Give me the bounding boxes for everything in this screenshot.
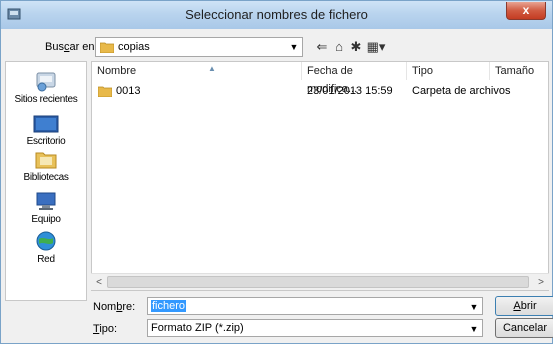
column-header-name[interactable]: Nombre ▲ bbox=[92, 62, 302, 80]
folder-icon bbox=[98, 86, 112, 97]
scroll-left-icon[interactable]: < bbox=[91, 275, 107, 290]
filename-field[interactable]: fichero ▼ bbox=[147, 297, 483, 315]
place-network[interactable]: Red bbox=[6, 230, 86, 265]
libraries-icon bbox=[35, 152, 57, 169]
back-button[interactable]: ⇐ bbox=[314, 38, 330, 56]
scroll-thumb[interactable] bbox=[107, 276, 529, 288]
views-menu-button[interactable]: ▦▾ bbox=[365, 38, 387, 56]
network-icon bbox=[36, 231, 56, 251]
filetype-value: Formato ZIP (*.zip) bbox=[151, 322, 244, 334]
up-folder-button[interactable]: ⌂ bbox=[331, 38, 347, 56]
column-header-date[interactable]: Fecha de modifica... bbox=[302, 62, 407, 95]
sort-arrow-icon: ▲ bbox=[208, 64, 216, 73]
place-desktop[interactable]: Escritorio bbox=[6, 114, 86, 147]
filetype-select[interactable]: Formato ZIP (*.zip) ▼ bbox=[147, 319, 483, 337]
open-button[interactable]: Abrir bbox=[495, 296, 553, 316]
title-bar[interactable]: Seleccionar nombres de fichero x bbox=[1, 1, 552, 29]
look-in-label: Buscar en: bbox=[45, 41, 98, 53]
place-label: Equipo bbox=[31, 214, 61, 225]
computer-icon bbox=[36, 192, 56, 210]
file-type: Carpeta de archivos bbox=[412, 85, 511, 97]
file-list[interactable]: Nombre ▲ Fecha de modifica... Tipo Tamañ… bbox=[91, 61, 549, 291]
look-in-value: copias bbox=[118, 41, 150, 53]
filename-input-value[interactable]: fichero bbox=[151, 300, 187, 312]
chevron-down-icon[interactable]: ▼ bbox=[466, 298, 482, 316]
places-bar: Sitios recientes Escritorio Bibliotecas … bbox=[5, 61, 87, 301]
place-computer[interactable]: Equipo bbox=[6, 190, 86, 225]
place-libraries[interactable]: Bibliotecas bbox=[6, 148, 86, 183]
close-button[interactable]: x bbox=[506, 2, 546, 20]
chevron-down-icon[interactable]: ▼ bbox=[466, 320, 482, 338]
file-row[interactable]: 0013 23/01/2013 15:59 Carpeta de archivo… bbox=[92, 82, 548, 100]
desktop-icon bbox=[33, 115, 59, 133]
file-dialog: Seleccionar nombres de fichero x Buscar … bbox=[0, 0, 553, 344]
column-header-size[interactable]: Tamaño bbox=[490, 62, 548, 80]
look-in-combo[interactable]: copias ▼ bbox=[95, 37, 303, 57]
place-label: Bibliotecas bbox=[23, 172, 69, 183]
column-header-type[interactable]: Tipo bbox=[407, 62, 490, 80]
chevron-down-icon[interactable]: ▼ bbox=[286, 38, 302, 56]
file-name: 0013 bbox=[116, 85, 141, 97]
scroll-right-icon[interactable]: > bbox=[533, 275, 549, 290]
filetype-label: Tipo: bbox=[93, 323, 118, 335]
new-folder-button[interactable]: ✱ bbox=[348, 38, 364, 56]
place-label: Escritorio bbox=[26, 136, 66, 147]
window-title: Seleccionar nombres de fichero bbox=[185, 7, 368, 22]
folder-icon bbox=[100, 42, 114, 53]
file-date: 23/01/2013 15:59 bbox=[307, 85, 393, 97]
cancel-button[interactable]: Cancelar bbox=[495, 318, 553, 338]
horizontal-scrollbar[interactable]: < > bbox=[91, 273, 549, 290]
place-recent[interactable]: Sitios recientes bbox=[6, 70, 86, 105]
recent-places-icon bbox=[36, 72, 56, 92]
place-label: Red bbox=[37, 254, 55, 265]
filename-label: Nombre: bbox=[93, 301, 136, 313]
place-label: Sitios recientes bbox=[14, 94, 78, 105]
